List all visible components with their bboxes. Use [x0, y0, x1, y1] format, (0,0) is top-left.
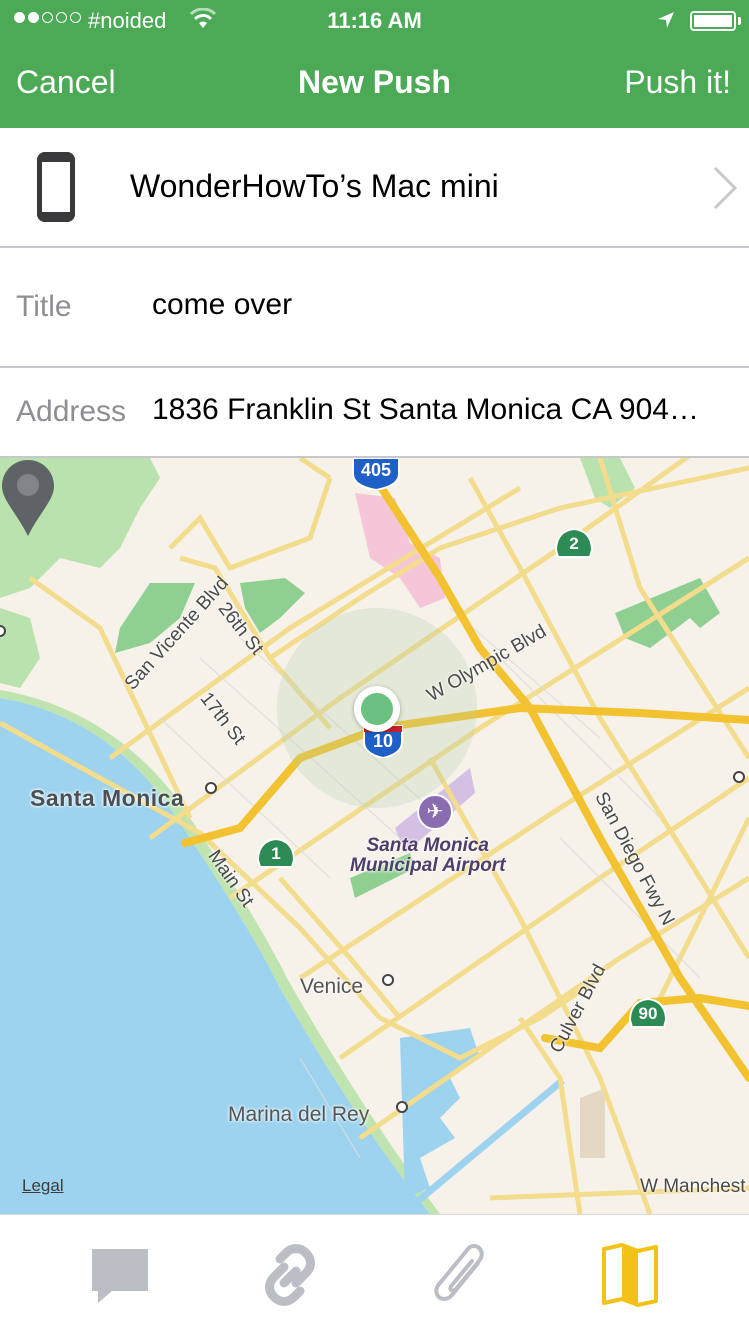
ca-90-shield: 90 [628, 998, 668, 1028]
title-label: Title [16, 290, 72, 323]
airport-label: Santa Monica Municipal Airport [350, 836, 506, 876]
ca-2-shield: 2 [554, 528, 594, 558]
device-name: WonderHowTo’s Mac mini [130, 168, 499, 204]
airport-label-line1: Santa Monica [366, 835, 489, 856]
cancel-button[interactable]: Cancel [16, 64, 116, 101]
tab-bar [0, 1214, 749, 1334]
note-icon [92, 1249, 148, 1303]
venice-dot [382, 974, 394, 986]
airport-label-line2: Municipal Airport [350, 855, 506, 876]
tab-link[interactable] [254, 1243, 326, 1307]
push-it-button[interactable]: Push it! [624, 64, 731, 101]
status-bar: #noided 11:16 AM [0, 0, 749, 40]
navigation-bar: Cancel New Push Push it! [0, 40, 749, 128]
location-pin-icon[interactable] [0, 458, 56, 538]
battery-level [694, 15, 732, 27]
device-selector[interactable]: WonderHowTo’s Mac mini [0, 128, 749, 248]
link-icon [265, 1244, 315, 1306]
santa-monica-dot [205, 782, 217, 794]
legal-link[interactable]: Legal [22, 1176, 64, 1196]
battery-icon [690, 11, 736, 31]
title-row: Title [0, 248, 749, 368]
title-input[interactable] [152, 288, 742, 322]
paperclip-icon [434, 1244, 484, 1301]
city-label-santa-monica: Santa Monica [30, 785, 185, 811]
location-arrow-icon [658, 12, 674, 28]
map-icon [602, 1243, 658, 1307]
marina-del-rey-dot [396, 1101, 408, 1113]
header: #noided 11:16 AM Cancel New Push Push it… [0, 0, 749, 128]
battery-tip [738, 17, 741, 25]
beige-area [580, 1088, 605, 1158]
interstate-405-shield: 405 [351, 458, 401, 490]
status-time: 11:16 AM [327, 8, 422, 33]
address-row: Address [0, 368, 749, 458]
chevron-right-icon [713, 166, 738, 210]
city-label-venice: Venice [300, 975, 364, 998]
tab-attachment[interactable] [424, 1243, 496, 1307]
current-location-dot [354, 686, 400, 732]
tab-note[interactable] [84, 1243, 156, 1307]
city-label-marina-del-rey: Marina del Rey [228, 1103, 370, 1126]
park [0, 608, 40, 688]
map-view[interactable]: San Vicente Blvd 26th St 17th St W Olymp… [0, 458, 749, 1214]
tab-map[interactable] [594, 1243, 666, 1307]
poi-dot [733, 771, 745, 783]
airplane-icon[interactable]: ✈ [417, 794, 453, 830]
address-label: Address [16, 395, 127, 428]
street-label-w-manchester: W Manchest [640, 1176, 746, 1197]
phone-icon [37, 152, 75, 222]
ca-1-shield: 1 [256, 838, 296, 868]
address-input[interactable] [152, 393, 742, 427]
